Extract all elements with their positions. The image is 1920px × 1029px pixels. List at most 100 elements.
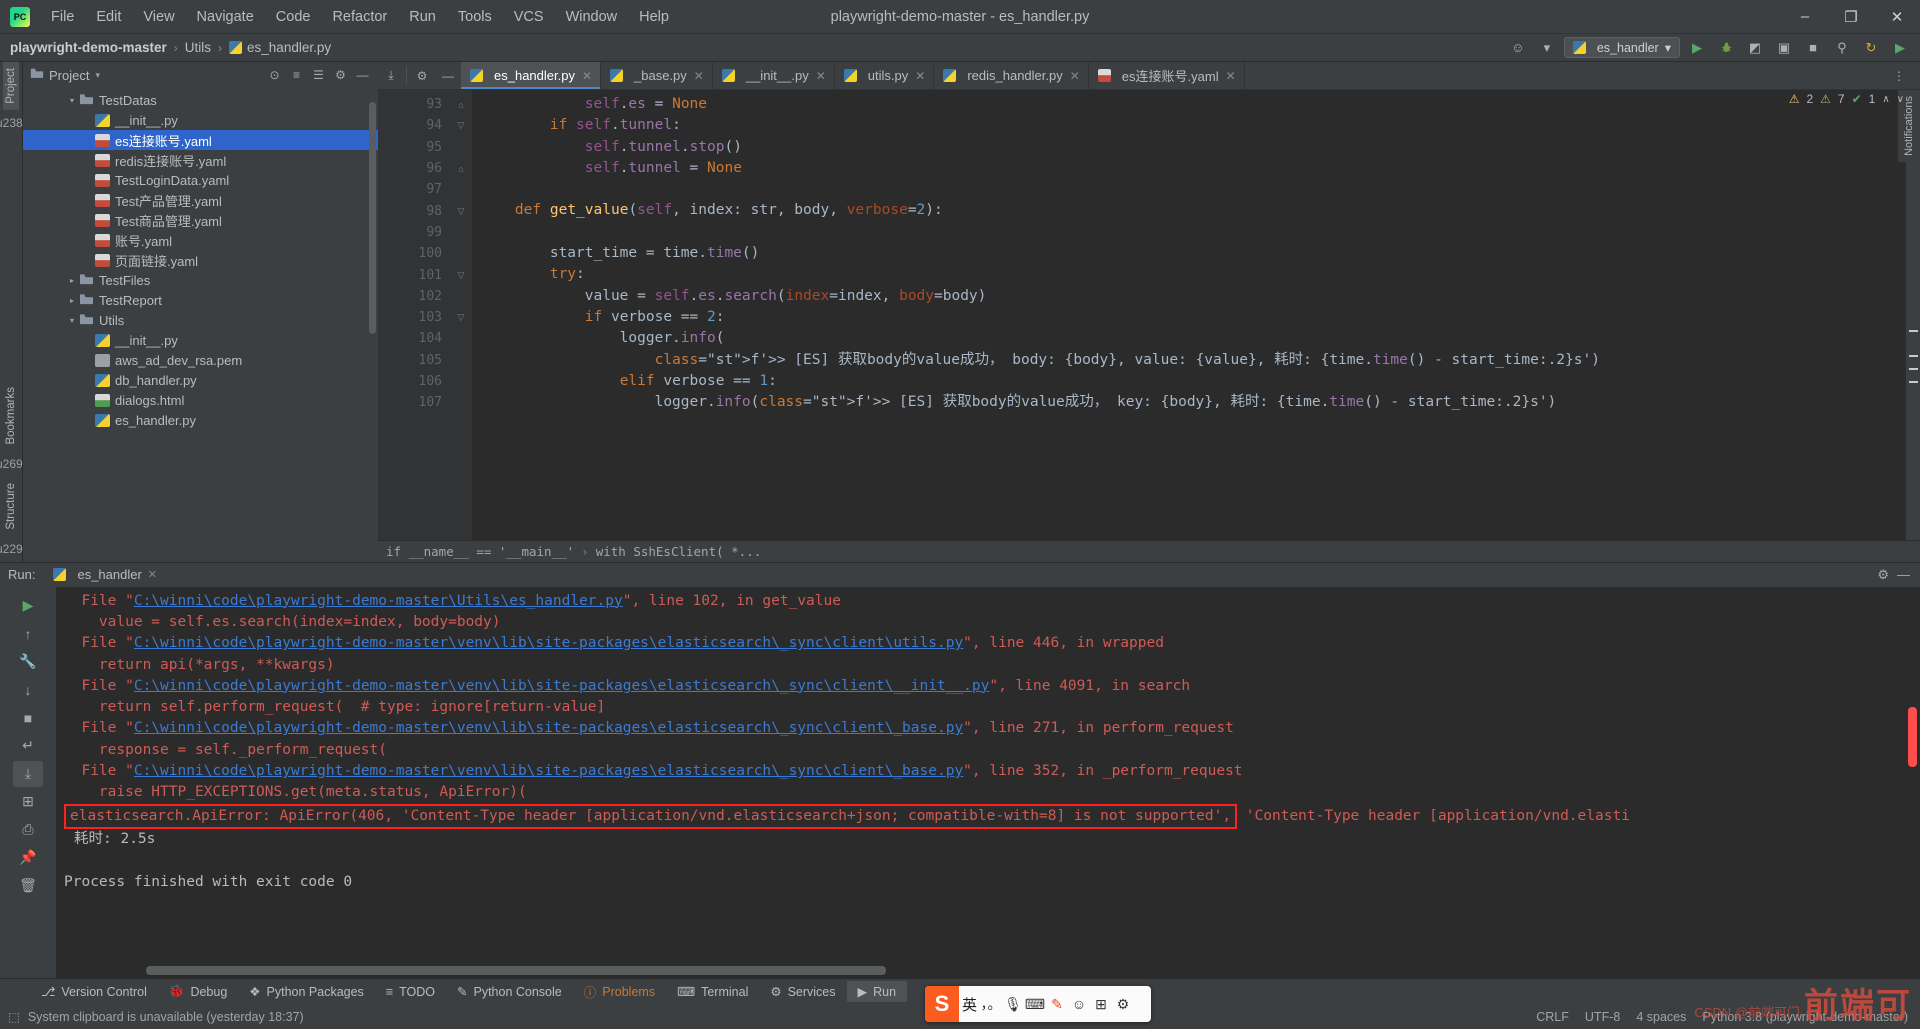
tree-item-__init__.py[interactable]: __init__.py (23, 110, 378, 130)
fold-marker[interactable] (450, 137, 472, 158)
fold-marker[interactable] (450, 286, 472, 307)
code-line[interactable]: logger.info(class="st">f'>> [ES] 获取body的… (472, 392, 1920, 413)
fold-marker[interactable] (450, 179, 472, 200)
menu-code[interactable]: Code (265, 5, 322, 29)
ime-emoji-icon[interactable]: ☺ (1068, 996, 1090, 1012)
console-vertical-scrollbar[interactable] (1908, 706, 1917, 767)
code-line[interactable]: if self.tunnel: (472, 115, 1920, 136)
tool-window-debug[interactable]: 🐞 Debug (158, 981, 238, 1002)
fold-marker[interactable]: ▽ (450, 200, 472, 221)
traceback-file-link[interactable]: C:\winni\code\playwright-demo-master\ven… (134, 678, 990, 694)
menu-view[interactable]: View (132, 5, 185, 29)
close-tab-icon[interactable]: ✕ (694, 69, 704, 83)
hide-panel-icon[interactable]: — (353, 66, 372, 85)
next-occurrence-button[interactable]: ↓ (13, 677, 43, 703)
menu-tools[interactable]: Tools (447, 5, 503, 29)
editor-scroll-icon[interactable]: ⤓ (378, 62, 404, 89)
menu-edit[interactable]: Edit (85, 5, 132, 29)
fold-marker[interactable]: ⌂ (450, 94, 472, 115)
run-settings-gear-icon[interactable]: ⚙ (1877, 567, 1889, 583)
console-traceback-line[interactable]: File "C:\winni\code\playwright-demo-mast… (64, 633, 1920, 654)
tool-window-run[interactable]: ▶ Run (846, 981, 908, 1002)
stop-button[interactable]: ■ (13, 705, 43, 731)
tree-item-Utils[interactable]: ▾ Utils (23, 310, 378, 330)
tree-item-es连接账号.yaml[interactable]: es连接账号.yaml (23, 130, 378, 150)
stop-button[interactable]: ■ (1801, 37, 1825, 59)
print-button[interactable]: ⊞ (13, 789, 43, 815)
code-folding-column[interactable]: ⌂ ▽ ⌂ ▽ ▽ ▽ (450, 90, 472, 540)
code-line[interactable]: start_time = time.time() (472, 243, 1920, 264)
tool-window-services[interactable]: ⚙ Services (759, 981, 846, 1002)
code-line[interactable]: self.tunnel.stop() (472, 137, 1920, 158)
search-everywhere-icon[interactable]: ⚲ (1830, 37, 1854, 59)
tree-item-es_handler.py[interactable]: es_handler.py (23, 410, 378, 430)
code-line[interactable]: value = self.es.search(index=index, body… (472, 286, 1920, 307)
fold-marker[interactable] (450, 243, 472, 264)
status-indent[interactable]: 4 spaces (1636, 1010, 1686, 1024)
traceback-file-link[interactable]: C:\winni\code\playwright-demo-master\ven… (134, 720, 963, 736)
tree-item-Test商品管理.yaml[interactable]: Test商品管理.yaml (23, 210, 378, 230)
console-traceback-line[interactable]: File "C:\winni\code\playwright-demo-mast… (64, 676, 1920, 697)
chevron-up-icon[interactable]: ∧ (1882, 94, 1889, 105)
editor-tab-_base.py[interactable]: _base.py ✕ (601, 62, 713, 89)
soft-wrap-button[interactable]: ↵ (13, 733, 43, 759)
menu-file[interactable]: File (40, 5, 85, 29)
inspection-widget[interactable]: ⚠ 2 ⚠ 7 ✔ 1 ∧ ∨ (1789, 92, 1904, 106)
fold-marker[interactable] (450, 371, 472, 392)
update-project-icon[interactable]: ↻ (1859, 37, 1883, 59)
status-line-separator[interactable]: CRLF (1536, 1010, 1569, 1024)
code-line[interactable]: try: (472, 264, 1920, 285)
wrench-icon[interactable]: 🔧 (13, 649, 43, 675)
tool-tab-project[interactable]: Project (3, 62, 19, 110)
console-traceback-line[interactable]: File "C:\winni\code\playwright-demo-mast… (64, 718, 1920, 739)
code-line[interactable]: class="st">f'>> [ES] 获取body的value成功， bod… (472, 350, 1920, 371)
maximize-button[interactable]: ❐ (1828, 0, 1874, 34)
fold-marker[interactable] (450, 350, 472, 371)
console-traceback-line[interactable]: File "C:\winni\code\playwright-demo-mast… (64, 761, 1920, 782)
menu-refactor[interactable]: Refactor (321, 5, 398, 29)
tree-item-db_handler.py[interactable]: db_handler.py (23, 370, 378, 390)
ime-more-icon[interactable]: ⚙ (1112, 996, 1134, 1013)
editor-tab-es_handler.py[interactable]: es_handler.py ✕ (461, 62, 602, 89)
tool-window-todo[interactable]: ≡ TODO (375, 982, 446, 1002)
code-line[interactable]: def get_value(self, index: str, body, ve… (472, 200, 1920, 221)
tree-twisty-icon[interactable]: ▸ (65, 276, 79, 285)
status-interpreter[interactable]: Python 3.8 (playwright-demo-master) (1702, 1010, 1908, 1024)
editor-tab-__init__.py[interactable]: __init__.py ✕ (713, 62, 835, 89)
tree-item-TestReport[interactable]: ▸ TestReport (23, 290, 378, 310)
code-editor[interactable]: 93 94 95 96 97 98 99 100 101 102 103 104 105 106 107 ⌂… (378, 90, 1920, 540)
breadcrumb-scope[interactable]: if __name__ == '__main__' (386, 544, 574, 559)
tree-item-__init__.py[interactable]: __init__.py (23, 330, 378, 350)
close-button[interactable]: ✕ (1874, 0, 1920, 34)
code-line[interactable]: if verbose == 2: (472, 307, 1920, 328)
code-line[interactable]: logger.info( (472, 328, 1920, 349)
debug-button[interactable] (1714, 37, 1738, 59)
ime-pen-icon[interactable]: ✎ (1046, 996, 1068, 1013)
run-tab-close-icon[interactable]: ✕ (148, 568, 157, 581)
fold-marker[interactable]: ▽ (450, 115, 472, 136)
fold-marker[interactable] (450, 392, 472, 413)
tree-item-页面链接.yaml[interactable]: 页面链接.yaml (23, 250, 378, 270)
tree-item-Test产品管理.yaml[interactable]: Test产品管理.yaml (23, 190, 378, 210)
run-configuration-selector[interactable]: es_handler ▾ (1563, 37, 1680, 58)
pin-tab-button[interactable]: 📌 (13, 845, 43, 871)
breadcrumb-file-wrap[interactable]: es_handler.py (229, 40, 331, 55)
ime-toolbar[interactable]: S 英 ，。 🎙 ⌨ ✎ ☺ ⊞ ⚙ (925, 986, 1151, 1022)
chevron-down-icon[interactable]: ▾ (1535, 37, 1559, 59)
ime-keyboard-icon[interactable]: ⌨ (1024, 996, 1046, 1013)
clear-all-button[interactable]: ⎙ (13, 817, 43, 843)
tool-window-problems[interactable]: ⓘ Problems (573, 979, 666, 1004)
editor-tab-redis_handler.py[interactable]: redis_handler.py ✕ (934, 62, 1089, 89)
tree-item-aws_ad_dev_rsa.pem[interactable]: aws_ad_dev_rsa.pem (23, 350, 378, 370)
tree-item-账号.yaml[interactable]: 账号.yaml (23, 230, 378, 250)
expand-all-icon[interactable]: ≡ (287, 66, 306, 85)
ime-punctuation-icon[interactable]: ，。 (980, 994, 1002, 1014)
breadcrumb-project[interactable]: playwright-demo-master (10, 40, 167, 55)
project-tree[interactable]: ▾ TestDatas __init__.py es连接账号.yaml redis连接账… (23, 88, 378, 562)
ime-grid-icon[interactable]: ⊞ (1090, 996, 1112, 1013)
console-horizontal-scrollbar[interactable] (146, 966, 886, 975)
tool-window-python-packages[interactable]: ❖ Python Packages (238, 981, 375, 1002)
ime-microphone-icon[interactable]: 🎙 (1002, 996, 1024, 1013)
source-code[interactable]: self.es = None if self.tunnel: self.tunn… (472, 90, 1920, 540)
menu-navigate[interactable]: Navigate (186, 5, 265, 29)
